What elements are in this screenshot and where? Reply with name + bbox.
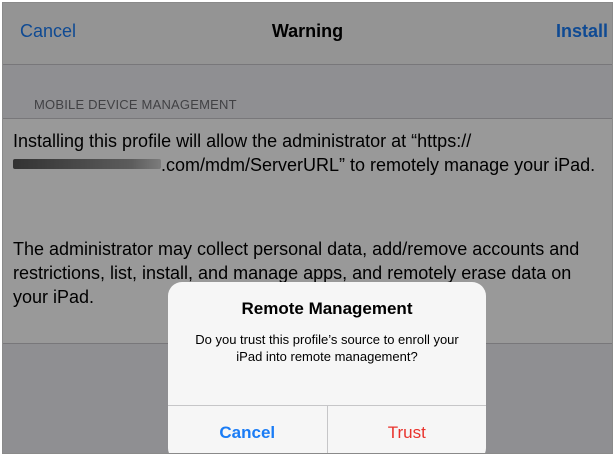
device-screen: Cancel Warning Install MOBILE DEVICE MAN… bbox=[2, 2, 613, 454]
alert-title: Remote Management bbox=[241, 299, 413, 318]
remote-management-alert: Remote Management Do you trust this prof… bbox=[168, 282, 487, 453]
alert-trust-button[interactable]: Trust bbox=[328, 406, 487, 453]
alert-button-row: Cancel Trust bbox=[168, 405, 487, 453]
alert-message: Do you trust this profile’s source to en… bbox=[195, 332, 459, 364]
alert-cancel-button[interactable]: Cancel bbox=[168, 406, 328, 453]
